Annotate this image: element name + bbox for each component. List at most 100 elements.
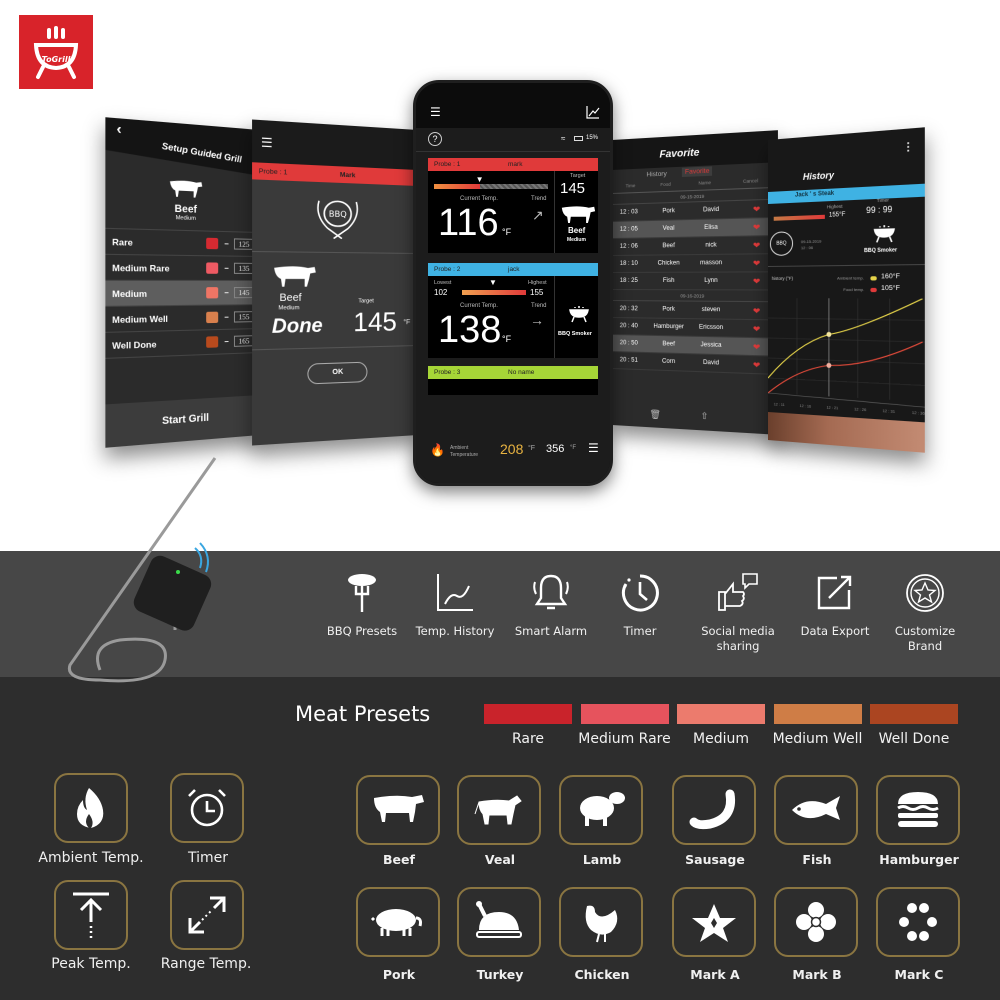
doneness-swatch [773, 704, 862, 724]
meat-presets-title: Meat Presets [295, 702, 431, 726]
doneness-row[interactable]: Medium Rare –135 [105, 254, 260, 281]
bbq-smoker-icon [569, 306, 589, 323]
ambient-point [826, 331, 832, 337]
doneness-row[interactable]: Well Done –165 [105, 329, 260, 359]
ok-button[interactable]: OK [307, 361, 368, 385]
share-icon[interactable]: ⇧ [701, 411, 709, 423]
timer-value: 99 : 99 [866, 204, 893, 216]
probe-1-header[interactable]: Probe : 1 mark [428, 158, 598, 171]
heart-icon[interactable]: ❤ [734, 276, 760, 286]
food-tile-mark-a[interactable] [672, 887, 756, 957]
feature-bbq-presets[interactable]: BBQ Presets [317, 572, 407, 639]
timer-icon [621, 574, 659, 612]
start-grill-button[interactable]: Start Grill [105, 395, 260, 448]
food-tile-lamb[interactable] [559, 775, 643, 845]
doneness-label: Well Done [878, 731, 950, 747]
help-icon[interactable]: ? [428, 132, 442, 146]
food-label: Veal [484, 852, 516, 867]
mark-c-icon [899, 903, 937, 941]
togrill-logo: ToGrill [19, 15, 93, 89]
mode-range-temp[interactable] [170, 880, 244, 950]
tab-favorite[interactable]: Favorite [681, 166, 713, 178]
color-swatch [206, 262, 219, 274]
food-label: Fish [802, 852, 832, 867]
target-marker-icon: ▼ [489, 278, 497, 287]
food-tile-chicken[interactable] [559, 887, 643, 957]
heart-icon[interactable]: ❤ [734, 240, 760, 250]
phone-main-screen: ☰ ? ≈ 15% Probe : 1 mark ▼ Current Temp. … [413, 80, 613, 486]
favorite-row[interactable]: 12 : 06 Beef nick ❤ [612, 236, 778, 256]
food-tile-hamburger[interactable] [876, 775, 960, 845]
feature-social-sharing[interactable]: Social media sharing [693, 572, 783, 654]
battery-icon [574, 136, 583, 141]
mode-ambient-temp[interactable] [54, 773, 128, 843]
peak-arrow-icon [73, 892, 109, 938]
food-label: Chicken [574, 967, 630, 982]
session-banner: Jack ' s Steak [768, 183, 925, 204]
mode-peak-temp[interactable] [54, 880, 128, 950]
menu-icon[interactable]: ☰ [430, 105, 441, 119]
heart-icon[interactable]: ❤ [734, 258, 760, 268]
feature-data-export[interactable]: Data Export [790, 572, 880, 639]
max-temp: 356 [546, 443, 565, 455]
doneness-label: Medium Rare [578, 731, 671, 747]
probe-2-card[interactable]: Lowest 102 ▼ Highest 155 Current Temp. 1… [428, 276, 598, 358]
color-swatch [206, 287, 219, 299]
doneness-row[interactable]: Medium –145 [105, 280, 260, 307]
favorite-row[interactable]: 18 : 25 Fish Lynn ❤ [612, 272, 778, 291]
food-tile-turkey[interactable] [457, 887, 541, 957]
food-tile-pork[interactable] [356, 887, 440, 957]
probe-2-header[interactable]: Probe : 2 jack [428, 263, 598, 276]
heart-icon[interactable]: ❤ [734, 359, 760, 370]
doneness-row[interactable]: Rare –125 [105, 228, 260, 257]
food-tile-mark-c[interactable] [876, 887, 960, 957]
heart-icon[interactable]: ❤ [734, 222, 760, 232]
legend-swatch [870, 287, 877, 293]
trend-icon: ↗ [532, 207, 544, 223]
beef-icon [374, 795, 424, 822]
feature-customize-brand[interactable]: Customize Brand [880, 572, 970, 654]
settings-sliders-icon[interactable]: ☰ [588, 441, 599, 455]
food-tile-veal[interactable] [457, 775, 541, 845]
feature-smart-alarm[interactable]: Smart Alarm [506, 572, 596, 639]
chart-icon[interactable] [586, 105, 600, 119]
heart-icon[interactable]: ❤ [734, 204, 760, 214]
favorite-row[interactable]: 20 : 51 Corn David ❤ [612, 352, 778, 375]
grill-icon [33, 26, 79, 79]
food-tile-fish[interactable] [774, 775, 858, 845]
bbq-badge: BBQ [252, 190, 418, 247]
heart-icon[interactable]: ❤ [734, 306, 760, 316]
range-arrows-icon [188, 896, 226, 934]
more-icon[interactable]: ⋮ [903, 141, 914, 154]
current-temp: 116 [438, 202, 499, 244]
current-temp: 138 [438, 309, 502, 351]
favorite-row[interactable]: 18 : 10 Chicken masson ❤ [612, 254, 778, 273]
food-label: Sausage [685, 852, 745, 867]
customize-brand-icon [906, 574, 944, 612]
probe-3-card[interactable] [428, 379, 598, 395]
food-point [826, 362, 832, 368]
feature-timer[interactable]: Timer [595, 572, 685, 639]
feature-temp-history[interactable]: Temp. History [410, 572, 500, 639]
food-tile-sausage[interactable] [672, 775, 756, 845]
back-icon[interactable]: ‹ [117, 119, 122, 137]
food-temp-line [768, 338, 923, 402]
doneness-swatch [677, 704, 765, 724]
alarm-clock-icon [188, 789, 226, 827]
food-tile-mark-b[interactable] [774, 887, 858, 957]
target-marker-icon: ▼ [475, 175, 484, 184]
trash-icon[interactable]: 🗑 [649, 409, 660, 421]
probe-1-card[interactable]: ▼ Current Temp. 116 °F Trend ↗ Target 14… [428, 171, 598, 253]
screen-title: Setup Guided Grill [161, 140, 242, 165]
doneness-label: Medium [693, 731, 749, 747]
color-swatch [206, 311, 219, 324]
favorite-toolbar: 🗑 ⇧ [612, 403, 778, 435]
menu-icon[interactable]: ☰ [261, 135, 273, 151]
food-tile-beef[interactable] [356, 775, 440, 845]
mode-timer[interactable] [170, 773, 244, 843]
tab-history[interactable]: History [646, 171, 666, 179]
heart-icon[interactable]: ❤ [734, 323, 760, 334]
heart-icon[interactable]: ❤ [734, 341, 760, 352]
probe-3-header[interactable]: Probe : 3 No name [428, 366, 598, 379]
cow-icon [561, 206, 596, 223]
